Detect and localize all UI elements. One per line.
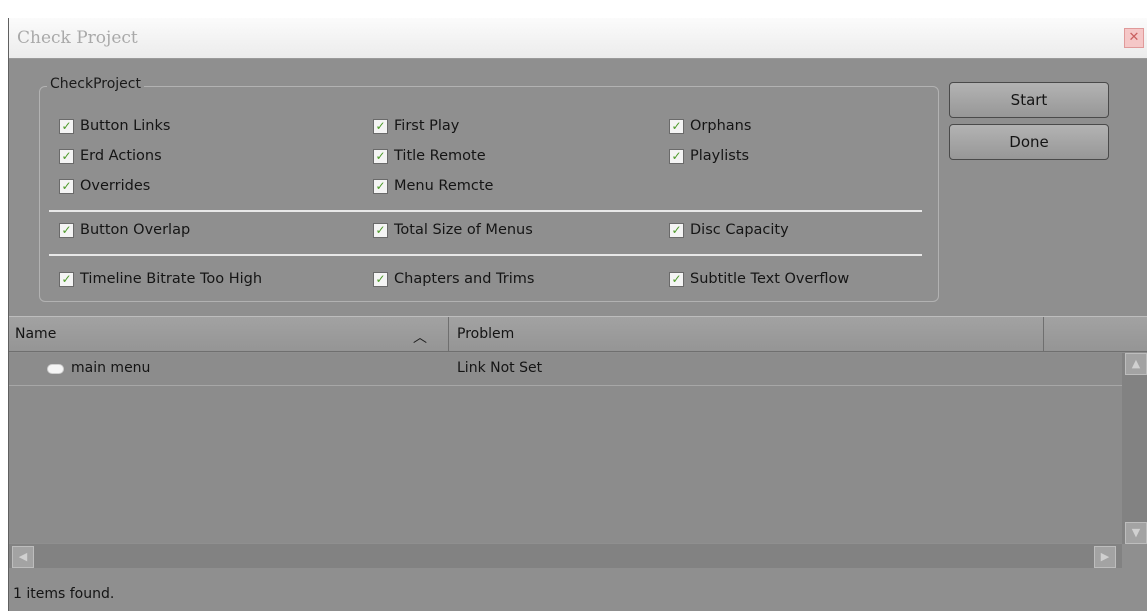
check-options-group	[39, 86, 939, 302]
checkbox-label: Button Overlap	[80, 222, 191, 238]
checkbox-check-icon: ✓	[59, 222, 74, 238]
checkbox-check-icon: ✓	[373, 271, 388, 287]
checkbox-overrides[interactable]: ✓ Overrides	[59, 178, 150, 194]
results-list: main menu Link Not Set	[9, 353, 1122, 543]
done-button[interactable]: Done	[949, 124, 1109, 160]
menu-icon	[47, 364, 64, 374]
checkbox-label: Button Links	[80, 118, 171, 134]
checkbox-check-icon: ✓	[669, 271, 684, 287]
results-table-header: Name ︿ Problem	[9, 316, 1147, 352]
column-header-label: Problem	[457, 326, 515, 342]
checkbox-check-icon: ✓	[373, 118, 388, 134]
checkbox-subtitle-text-overflow[interactable]: ✓ Subtitle Text Overflow	[669, 271, 849, 287]
checkbox-playlists[interactable]: ✓ Playlists	[669, 148, 749, 164]
scroll-right-icon[interactable]: ▶	[1094, 546, 1116, 568]
table-row[interactable]: main menu Link Not Set	[9, 353, 1122, 386]
window-title: Check Project	[17, 28, 138, 48]
checkbox-label: Disc Capacity	[690, 222, 789, 238]
group-legend: CheckProject	[47, 76, 144, 92]
checkbox-check-icon: ✓	[59, 148, 74, 164]
checkbox-button-links[interactable]: ✓ Button Links	[59, 118, 170, 134]
checkbox-total-size-of-menus[interactable]: ✓ Total Size of Menus	[373, 222, 533, 238]
checkbox-label: Timeline Bitrate Too High	[80, 271, 263, 287]
group-separator	[49, 254, 922, 256]
checkbox-check-icon: ✓	[373, 148, 388, 164]
checkbox-label: Overrides	[80, 178, 151, 194]
close-button[interactable]: ✕	[1124, 28, 1144, 48]
title-bar: Check Project ✕	[9, 18, 1147, 59]
checkbox-title-remote[interactable]: ✓ Title Remote	[373, 148, 486, 164]
checkbox-label: Subtitle Text Overflow	[690, 271, 850, 287]
checkbox-check-icon: ✓	[669, 118, 684, 134]
column-header-name[interactable]: Name	[9, 317, 449, 351]
checkbox-end-actions[interactable]: ✓ Erd Actions	[59, 148, 162, 164]
checkbox-label: Erd Actions	[80, 148, 162, 164]
checkbox-menu-remote[interactable]: ✓ Menu Remcte	[373, 178, 493, 194]
checkbox-check-icon: ✓	[669, 222, 684, 238]
checkbox-button-overlap[interactable]: ✓ Button Overlap	[59, 222, 190, 238]
status-text: 1 items found.	[13, 586, 115, 602]
checkbox-check-icon: ✓	[373, 222, 388, 238]
group-separator	[49, 210, 922, 212]
checkbox-check-icon: ✓	[669, 148, 684, 164]
checkbox-label: First Play	[394, 118, 460, 134]
checkbox-check-icon: ✓	[59, 118, 74, 134]
checkbox-label: Total Size of Menus	[394, 222, 533, 238]
scroll-down-icon[interactable]: ▼	[1125, 522, 1147, 544]
checkbox-label: Menu Remcte	[394, 178, 494, 194]
row-problem-cell: Link Not Set	[457, 360, 543, 376]
checkbox-orphans[interactable]: ✓ Orphans	[669, 118, 751, 134]
sort-ascending-icon[interactable]: ︿	[413, 327, 427, 347]
row-name-cell: main menu	[71, 360, 151, 376]
checkbox-check-icon: ✓	[59, 271, 74, 287]
checkbox-label: Chapters and Trims	[394, 271, 535, 287]
horizontal-scrollbar[interactable]: ◀ ▶	[9, 544, 1122, 568]
checkbox-disc-capacity[interactable]: ✓ Disc Capacity	[669, 222, 789, 238]
checkbox-label: Title Remote	[394, 148, 486, 164]
column-header-label: Name	[15, 326, 57, 342]
checkbox-timeline-bitrate[interactable]: ✓ Timeline Bitrate Too High	[59, 271, 262, 287]
start-button[interactable]: Start	[949, 82, 1109, 118]
checkbox-check-icon: ✓	[59, 178, 74, 194]
checkbox-chapters-and-trims[interactable]: ✓ Chapters and Trims	[373, 271, 534, 287]
column-header-problem[interactable]: Problem	[450, 317, 1044, 351]
vertical-scrollbar[interactable]: ▲ ▼	[1122, 353, 1147, 544]
scroll-up-icon[interactable]: ▲	[1125, 353, 1147, 375]
checkbox-label: Playlists	[690, 148, 750, 164]
checkbox-label: Orphans	[690, 118, 752, 134]
checkbox-first-play[interactable]: ✓ First Play	[373, 118, 459, 134]
checkbox-check-icon: ✓	[373, 178, 388, 194]
check-project-dialog: Check Project ✕ CheckProject ✓ Button Lin…	[8, 18, 1147, 611]
scroll-left-icon[interactable]: ◀	[12, 546, 34, 568]
